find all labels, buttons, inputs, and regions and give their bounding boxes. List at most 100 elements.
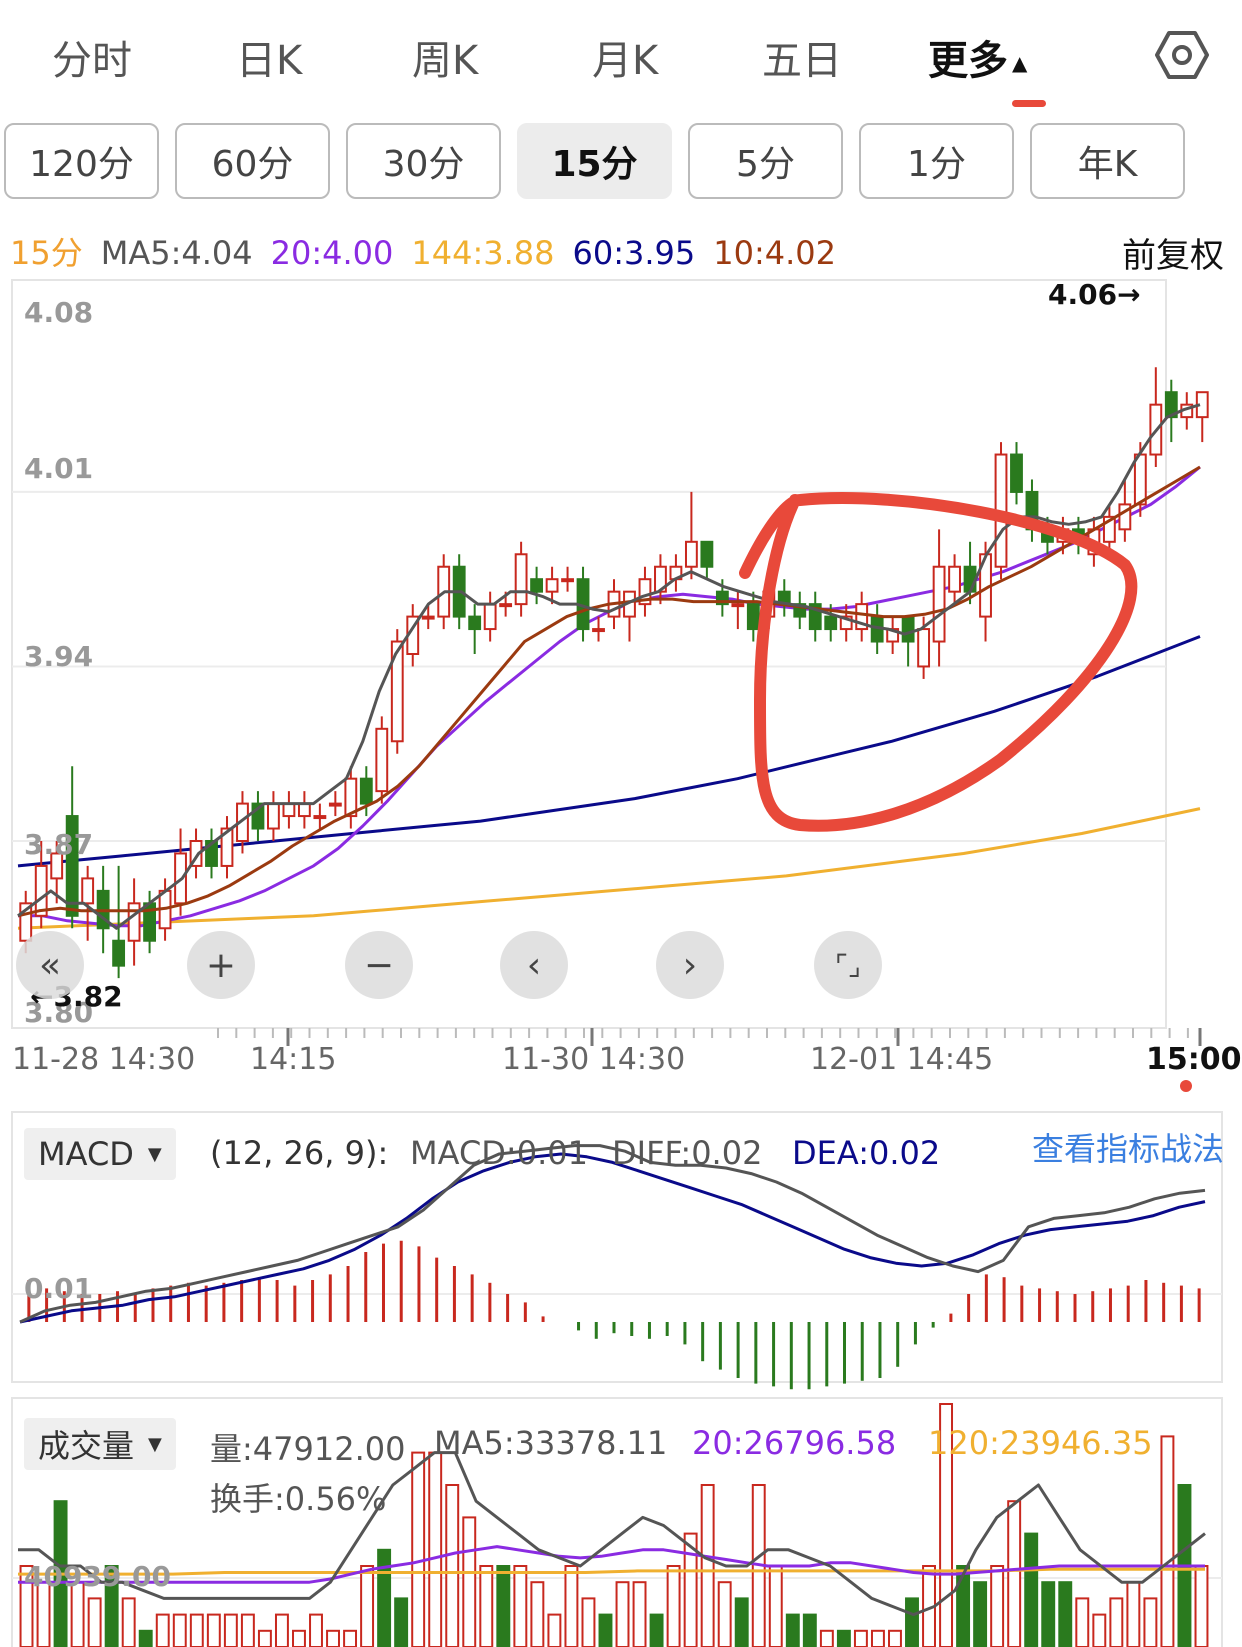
candle-body [313, 815, 327, 820]
volume-bar [632, 1581, 647, 1647]
volume-bar [326, 1629, 340, 1647]
candle-body [421, 615, 435, 620]
volume-bar [411, 1451, 426, 1647]
scroll-to-start-button[interactable]: « [16, 931, 84, 999]
volume-bar [292, 1629, 306, 1647]
dropdown-arrow-icon: ▼ [147, 1143, 162, 1165]
price-axis-label: 3.87 [24, 828, 94, 861]
volume-bar [819, 1629, 834, 1647]
volume-bar [956, 1565, 971, 1647]
volume-bar [1058, 1581, 1073, 1647]
volume-bar [1194, 1565, 1209, 1647]
volume-bar [973, 1581, 988, 1647]
macd-params: (12, 26, 9): [210, 1134, 389, 1172]
candle-body [328, 802, 342, 807]
fullscreen-button[interactable]: ⌜⌟ [814, 931, 882, 999]
zoom-in-button[interactable]: + [187, 931, 255, 999]
diff-value: DIFF:0.02 [612, 1134, 763, 1172]
candle-body [127, 902, 141, 942]
volume-bar [768, 1565, 783, 1647]
view-indicator-strategy-link[interactable]: 查看指标战法 [1032, 1124, 1224, 1170]
volume-bar [1092, 1613, 1107, 1647]
candle-body [731, 603, 745, 608]
volume-bar [496, 1565, 511, 1647]
volume-bar [888, 1629, 902, 1647]
volume-bar [206, 1613, 221, 1647]
volume-bar [223, 1613, 238, 1647]
candle-body [545, 578, 559, 593]
volume-bar [479, 1565, 494, 1647]
volume-bar [343, 1629, 358, 1647]
candle-body [112, 939, 126, 967]
candle-body [499, 603, 513, 608]
volume-bar [428, 1451, 443, 1647]
volume-bar [649, 1613, 664, 1647]
volume-bar [1007, 1500, 1022, 1647]
volume-bar [905, 1597, 919, 1647]
chart-canvas[interactable] [0, 0, 1242, 1647]
candle-body [948, 565, 961, 593]
volume-bar [1109, 1597, 1124, 1647]
volume-ma20: 20:26796.58 [692, 1424, 897, 1462]
candle-body [932, 565, 946, 643]
volume-bar [513, 1565, 528, 1647]
candle-body [81, 877, 95, 905]
candle-body [684, 540, 698, 568]
candle-body [468, 615, 482, 631]
macd-axis-label: 0.01 [24, 1272, 94, 1305]
volume-bar [1041, 1581, 1056, 1647]
volume-bar [240, 1613, 255, 1647]
volume-bar [530, 1581, 545, 1647]
volume-bar [734, 1597, 749, 1647]
macd-indicator-dropdown[interactable]: MACD ▼ [24, 1128, 176, 1180]
volume-bar [870, 1629, 885, 1647]
volume-bar [189, 1613, 204, 1647]
volume-bar [700, 1484, 715, 1647]
volume-bar [1024, 1532, 1039, 1647]
volume-bar [615, 1581, 630, 1647]
volume-bar [1143, 1597, 1158, 1647]
candle-body [297, 802, 311, 818]
volume-indicator-dropdown[interactable]: 成交量 ▼ [24, 1418, 176, 1470]
volume-axis-label: 40939.00 [24, 1560, 172, 1593]
high-price-marker: 4.06→ [1048, 278, 1141, 311]
volume-value: 量:47912.00 [210, 1430, 406, 1468]
candle-body [1133, 453, 1147, 506]
volume-bar [172, 1613, 187, 1647]
candle-body [917, 628, 931, 668]
time-axis-label-current: 15:00 [1146, 1042, 1242, 1077]
zoom-out-button[interactable]: − [345, 931, 413, 999]
volume-bar [121, 1597, 136, 1647]
dropdown-arrow-icon: ▼ [148, 1433, 162, 1455]
price-axis-label: 4.08 [24, 296, 94, 329]
time-axis-label: 12-01 14:45 [810, 1042, 994, 1077]
volume-bar [360, 1565, 375, 1647]
macd-indicator-label: MACD [38, 1135, 134, 1173]
volume-bar [802, 1613, 817, 1647]
volume-bar [87, 1597, 102, 1647]
candle-body [282, 802, 296, 818]
dea-line [19, 1152, 1206, 1324]
scroll-left-button[interactable]: ‹ [500, 931, 568, 999]
candle-body [1010, 453, 1023, 493]
volume-bar [1075, 1597, 1090, 1647]
volume-ma5: MA5:33378.11 [434, 1424, 668, 1462]
price-axis-label: 3.94 [24, 640, 94, 673]
current-time-dot [1180, 1080, 1192, 1092]
scroll-right-button[interactable]: › [656, 931, 724, 999]
volume-bar [785, 1613, 800, 1647]
volume-bar [257, 1629, 272, 1647]
candle-body [592, 628, 605, 633]
volume-bar [1160, 1435, 1175, 1647]
time-axis-label: 14:15 [250, 1042, 337, 1077]
volume-bar [274, 1613, 289, 1647]
volume-bar [155, 1613, 170, 1647]
candle-body [901, 615, 915, 643]
volume-bar [462, 1516, 477, 1647]
candle-body [746, 603, 760, 631]
volume-bar [598, 1613, 613, 1647]
volume-bar [309, 1613, 323, 1647]
candle-body [824, 615, 838, 631]
candle-body [359, 777, 373, 805]
volume-bar [717, 1581, 732, 1647]
